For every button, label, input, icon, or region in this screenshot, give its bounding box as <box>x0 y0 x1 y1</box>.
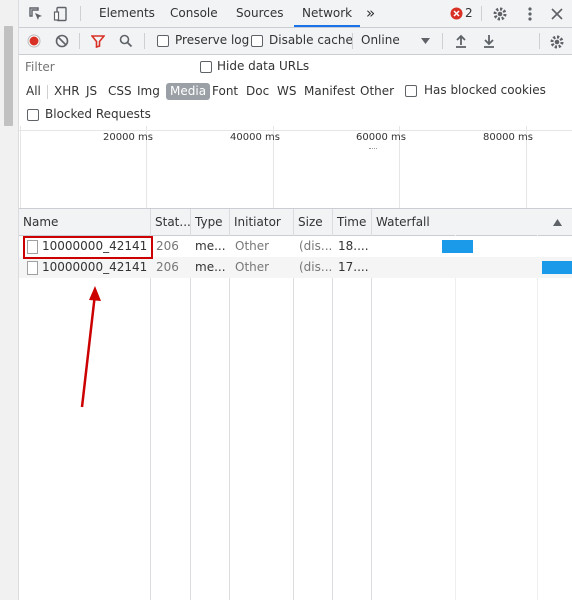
annotation-arrow <box>80 286 101 408</box>
devtools-panel: Elements Console Sources Network » 2 Pre… <box>19 0 572 600</box>
page-scrollbar-thumb[interactable] <box>4 26 13 126</box>
page-scrollbar[interactable] <box>0 0 19 600</box>
